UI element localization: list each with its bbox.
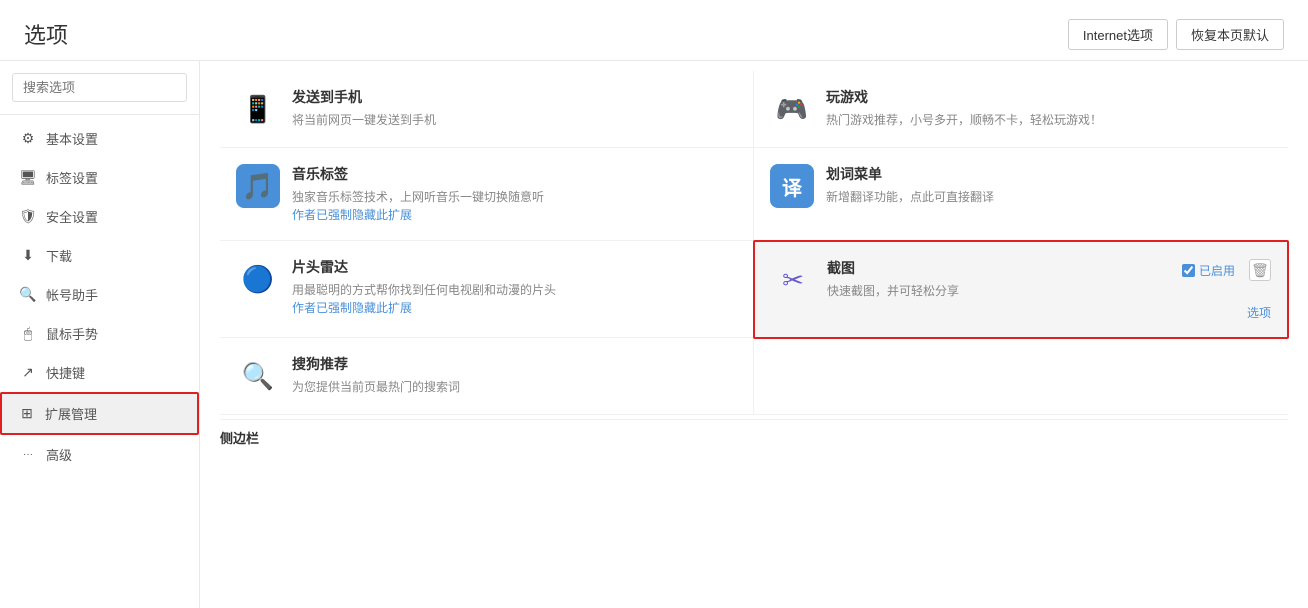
sidebar-item-label: 下载 xyxy=(46,246,72,265)
ext-content: 发送到手机 将当前网页一键发送到手机 xyxy=(292,87,737,129)
ext-item-empty xyxy=(754,338,1288,415)
sidebar-item-download[interactable]: ⬇ 下载 xyxy=(0,236,199,275)
sidebar-item-label: 快捷键 xyxy=(46,363,85,382)
ext-name: 发送到手机 xyxy=(292,87,737,107)
sidebar-item-advanced[interactable]: ··· 高级 xyxy=(0,435,199,474)
ext-item-search-recommend: 🔍 搜狗推荐 为您提供当前页最热门的搜索词 xyxy=(220,338,754,415)
ext-name: 片头雷达 xyxy=(292,257,737,277)
ext-content: 片头雷达 用最聪明的方式帮你找到任何电视剧和动漫的片头 作者已强制隐藏此扩展 xyxy=(292,257,737,317)
ext-content: 划词菜单 新增翻译功能，点此可直接翻译 xyxy=(826,164,1272,206)
sidebar-item-account[interactable]: 🔍 帐号助手 xyxy=(0,275,199,314)
section-sidebar-title: 侧边栏 xyxy=(220,421,259,448)
sidebar-item-basic[interactable]: ⚙ 基本设置 xyxy=(0,119,199,158)
ext-desc-text: 用最聪明的方式帮你找到任何电视剧和动漫的片头 xyxy=(292,283,556,297)
sidebar-item-label: 标签设置 xyxy=(46,168,98,187)
sidebar-item-label: 基本设置 xyxy=(46,129,98,148)
mouse-icon: 🖱 xyxy=(20,326,36,342)
hotkey-icon: ↗ xyxy=(20,365,36,381)
ext-desc: 将当前网页一键发送到手机 xyxy=(292,111,737,129)
restore-defaults-button[interactable]: 恢复本页默认 xyxy=(1176,19,1284,50)
ext-item-play-games: 🎮 玩游戏 热门游戏推荐，小号多开，顺畅不卡，轻松玩游戏！ xyxy=(754,71,1288,148)
ext-hidden-link[interactable]: 作者已强制隐藏此扩展 xyxy=(292,301,412,315)
sidebar-item-label: 高级 xyxy=(46,445,72,464)
ext-hidden-link[interactable]: 作者已强制隐藏此扩展 xyxy=(292,208,412,222)
main-content: 📱 发送到手机 将当前网页一键发送到手机 🎮 玩游戏 热门游戏推荐，小号多开，顺… xyxy=(200,61,1308,608)
account-icon: 🔍 xyxy=(20,287,36,303)
send-to-phone-icon: 📱 xyxy=(236,87,280,131)
music-tag-icon: 🎵 xyxy=(236,164,280,208)
ext-name: 音乐标签 xyxy=(292,164,737,184)
ext-desc-text: 独家音乐标签技术，上网听音乐一键切换随意听 xyxy=(292,190,544,204)
ext-desc: 快速截图，并可轻松分享 xyxy=(827,282,1271,300)
sidebar-item-hotkey[interactable]: ↗ 快捷键 xyxy=(0,353,199,392)
ext-enabled-row: 已启用 xyxy=(1182,262,1235,279)
search-box xyxy=(12,73,187,102)
header-actions: Internet选项 恢复本页默认 xyxy=(1068,19,1284,50)
more-icon: ··· xyxy=(20,447,36,463)
ext-content: 截图 已启用 🗑 快速截图，并可轻松分享 选项 xyxy=(827,258,1271,321)
ext-desc: 为您提供当前页最热门的搜索词 xyxy=(292,378,737,396)
ext-name: 玩游戏 xyxy=(826,87,1272,107)
ext-enabled-label: 已启用 xyxy=(1199,262,1235,279)
ext-header-left: 截图 xyxy=(827,258,855,282)
ext-enabled-checkbox[interactable] xyxy=(1182,264,1195,277)
sidebar-item-extension[interactable]: ⊞ 扩展管理 xyxy=(0,392,199,435)
internet-options-button[interactable]: Internet选项 xyxy=(1068,19,1168,50)
section-sidebar-header: 侧边栏 xyxy=(220,419,1288,451)
screenshot-icon: ✂ xyxy=(771,258,815,302)
ext-name: 划词菜单 xyxy=(826,164,1272,184)
page-title: 选项 xyxy=(24,18,68,50)
sidebar-item-label: 扩展管理 xyxy=(45,404,97,423)
sidebar-item-label: 鼠标手势 xyxy=(46,324,98,343)
gear-icon: ⚙ xyxy=(20,131,36,147)
sidebar-item-tab[interactable]: 🖥 标签设置 xyxy=(0,158,199,197)
sidebar-item-label: 帐号助手 xyxy=(46,285,98,304)
shield-icon: 🛡 xyxy=(20,209,36,225)
ext-desc: 热门游戏推荐，小号多开，顺畅不卡，轻松玩游戏！ xyxy=(826,111,1272,129)
ext-controls: 已启用 🗑 xyxy=(1182,259,1271,281)
ext-item-translate: 译 划词菜单 新增翻译功能，点此可直接翻译 xyxy=(754,148,1288,241)
ext-item-send-to-phone: 📱 发送到手机 将当前网页一键发送到手机 xyxy=(220,71,754,148)
download-icon: ⬇ xyxy=(20,248,36,264)
sidebar-divider xyxy=(0,114,199,115)
search-recommend-icon: 🔍 xyxy=(236,354,280,398)
tab-icon: 🖥 xyxy=(20,170,36,186)
ext-item-screenshot: ✂ 截图 已启用 🗑 xyxy=(753,240,1289,339)
ext-content: 音乐标签 独家音乐标签技术，上网听音乐一键切换随意听 作者已强制隐藏此扩展 xyxy=(292,164,737,224)
search-input[interactable] xyxy=(12,73,187,102)
header: 选项 Internet选项 恢复本页默认 xyxy=(0,0,1308,61)
ext-content: 玩游戏 热门游戏推荐，小号多开，顺畅不卡，轻松玩游戏！ xyxy=(826,87,1272,129)
ext-options-link[interactable]: 选项 xyxy=(827,304,1271,321)
ext-desc: 独家音乐标签技术，上网听音乐一键切换随意听 作者已强制隐藏此扩展 xyxy=(292,188,737,224)
ext-item-music-tag: 🎵 音乐标签 独家音乐标签技术，上网听音乐一键切换随意听 作者已强制隐藏此扩展 xyxy=(220,148,754,241)
ext-name: 截图 xyxy=(827,258,855,278)
ext-desc: 用最聪明的方式帮你找到任何电视剧和动漫的片头 作者已强制隐藏此扩展 xyxy=(292,281,737,317)
piantou-icon: 🔵 xyxy=(236,257,280,301)
translate-icon: 译 xyxy=(770,164,814,208)
sidebar-item-mouse[interactable]: 🖱 鼠标手势 xyxy=(0,314,199,353)
ext-item-piantou: 🔵 片头雷达 用最聪明的方式帮你找到任何电视剧和动漫的片头 作者已强制隐藏此扩展 xyxy=(220,241,754,338)
ext-desc: 新增翻译功能，点此可直接翻译 xyxy=(826,188,1272,206)
ext-delete-button[interactable]: 🗑 xyxy=(1249,259,1271,281)
ext-name: 搜狗推荐 xyxy=(292,354,737,374)
sidebar: ⚙ 基本设置 🖥 标签设置 🛡 安全设置 ⬇ 下载 🔍 帐号助手 🖱 鼠标手 xyxy=(0,61,200,608)
extension-grid: 📱 发送到手机 将当前网页一键发送到手机 🎮 玩游戏 热门游戏推荐，小号多开，顺… xyxy=(220,71,1288,415)
play-games-icon: 🎮 xyxy=(770,87,814,131)
extension-icon: ⊞ xyxy=(19,406,35,422)
ext-content: 搜狗推荐 为您提供当前页最热门的搜索词 xyxy=(292,354,737,396)
sidebar-item-security[interactable]: 🛡 安全设置 xyxy=(0,197,199,236)
ext-item-header: 截图 已启用 🗑 xyxy=(827,258,1271,282)
sidebar-item-label: 安全设置 xyxy=(46,207,98,226)
